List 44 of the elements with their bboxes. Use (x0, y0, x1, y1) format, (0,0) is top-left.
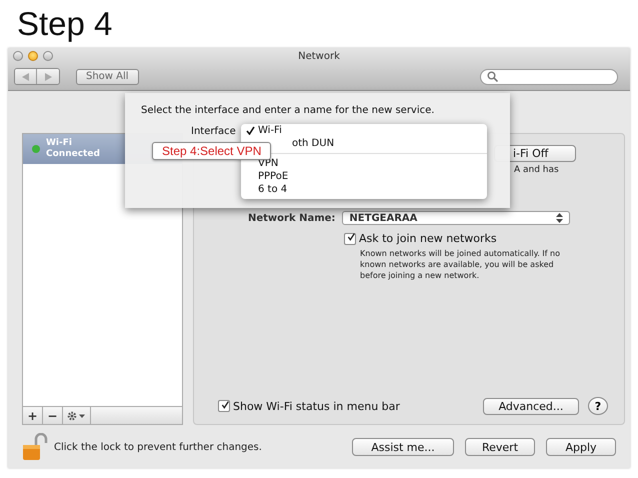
callout-label: Step 4:Select VPN (152, 142, 272, 160)
window-title: Network (298, 51, 340, 62)
minimize-button[interactable] (28, 51, 38, 61)
sheet-prompt: Select the interface and enter a name for the new service. (141, 105, 436, 116)
network-name-dropdown[interactable]: NETGEARAA (342, 211, 570, 225)
zoom-button[interactable] (43, 51, 53, 61)
menu-item-label: oth DUN (292, 138, 334, 149)
menu-item[interactable]: Wi-Fi (241, 124, 487, 137)
search-icon (487, 71, 498, 82)
slide-title: Step 4 (16, 4, 112, 44)
remove-button[interactable]: − (43, 407, 63, 424)
checkbox-label: Show Wi-Fi status in menu bar (233, 400, 400, 412)
forward-button[interactable] (37, 69, 59, 84)
updown-arrows-icon (556, 213, 564, 223)
menu-item[interactable]: 6 to 4 (241, 183, 487, 196)
menu-item[interactable]: PPPoE (241, 170, 487, 183)
menu-item-label: 6 to 4 (258, 184, 288, 195)
checkbox[interactable] (344, 232, 356, 244)
service-status: Connected (46, 149, 100, 160)
interface-label: Interface (191, 126, 236, 137)
show-all-button[interactable]: Show All (76, 68, 139, 84)
advanced-button[interactable]: Advanced... (483, 398, 579, 414)
add-button[interactable]: + (23, 407, 43, 424)
service-name: Wi-Fi (46, 138, 73, 149)
back-arrow-icon (21, 72, 30, 80)
footer-button[interactable]: Apply (546, 438, 616, 456)
gear-icon (66, 410, 86, 420)
checkmark-icon (246, 126, 255, 135)
help-button[interactable]: ? (588, 397, 608, 415)
forward-arrow-icon (44, 72, 52, 80)
open-padlock-icon (22, 433, 48, 461)
back-button[interactable] (15, 69, 37, 84)
menu-item-label: PPPoE (258, 171, 288, 182)
checkbox-label: Ask to join new networks (359, 232, 497, 245)
footer-button[interactable]: Assist me... (352, 438, 454, 456)
lock-text: Click the lock to prevent further changes. (54, 442, 262, 452)
footer-button[interactable]: Revert (465, 438, 535, 456)
close-button[interactable] (13, 51, 23, 61)
search-field[interactable] (480, 68, 618, 84)
status-text: A and has (514, 165, 560, 175)
network-name-label: Network Name: (248, 212, 336, 224)
checkbox[interactable] (218, 400, 230, 412)
help-note: Known networks will be joined automatically. If no known networks are available, you will be asked before joining a new network. (360, 248, 561, 281)
menu-item-label: Wi-Fi (258, 125, 282, 136)
